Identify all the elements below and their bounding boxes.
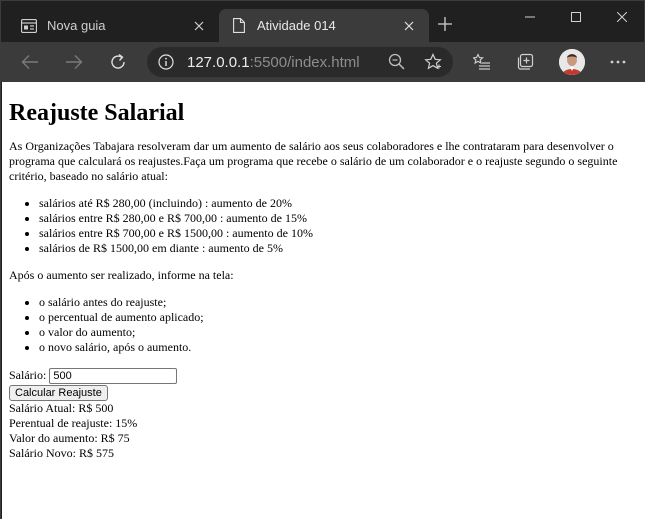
criteria-list: salários até R$ 280,00 (incluindo) : aum… xyxy=(9,196,638,256)
new-tab-page-icon xyxy=(21,18,37,34)
outputs-list: o salário antes do reajuste; o percentua… xyxy=(9,295,638,355)
list-item: o salário antes do reajuste; xyxy=(39,295,638,310)
favorite-star-icon[interactable] xyxy=(417,46,449,78)
button-row: Calcular Reajuste xyxy=(9,384,638,402)
more-options-icon[interactable] xyxy=(602,46,634,78)
list-item: o percentual de aumento aplicado; xyxy=(39,310,638,325)
result-block: Salário Atual: R$ 500 Perentual de reaju… xyxy=(9,401,638,461)
salary-input[interactable] xyxy=(49,368,178,385)
browser-toolbar: 127.0.0.1:5500/index.html xyxy=(1,42,644,82)
close-window-button[interactable] xyxy=(599,1,644,33)
refresh-button[interactable] xyxy=(102,46,134,78)
list-item: salários até R$ 280,00 (incluindo) : aum… xyxy=(39,196,638,211)
result-percentage: Perentual de reajuste: 15% xyxy=(9,416,138,431)
list-item: salários entre R$ 700,00 e R$ 1500,00 : … xyxy=(39,226,638,241)
close-icon[interactable] xyxy=(187,14,211,38)
list-item: salários entre R$ 280,00 e R$ 700,00 : a… xyxy=(39,211,638,226)
result-current-salary: Salário Atual: R$ 500 xyxy=(9,401,114,416)
collections-icon[interactable] xyxy=(509,46,541,78)
page-title: Reajuste Salarial xyxy=(9,100,185,126)
salary-label: Salário: xyxy=(9,368,47,382)
list-item: o novo salário, após o aumento. xyxy=(39,340,638,355)
tab-label: Nova guia xyxy=(47,18,106,33)
favorites-list-icon[interactable] xyxy=(466,46,498,78)
url-text: 127.0.0.1:5500/index.html xyxy=(187,54,360,71)
result-raise-amount: Valor do aumento: R$ 75 xyxy=(9,431,130,446)
tab-atividade-014[interactable]: Atividade 014 xyxy=(219,9,429,42)
maximize-button[interactable] xyxy=(553,1,598,33)
tab-nova-guia[interactable]: Nova guia xyxy=(9,9,219,42)
new-tab-button[interactable] xyxy=(433,13,457,37)
zoom-icon[interactable] xyxy=(381,46,413,78)
list-item: salários de R$ 1500,00 em diante : aumen… xyxy=(39,241,638,256)
document-icon xyxy=(231,18,247,34)
intro-paragraph: As Organizações Tabajara resolveram dar … xyxy=(9,139,618,183)
minimize-button[interactable] xyxy=(507,1,552,33)
page-content: Reajuste Salarial As Organizações Tabaja… xyxy=(2,82,645,519)
forward-button[interactable] xyxy=(58,46,90,78)
result-new-salary: Salário Novo: R$ 575 xyxy=(9,446,114,461)
info-icon[interactable] xyxy=(151,47,181,77)
url-host: 127.0.0.1 xyxy=(187,53,250,71)
profile-avatar[interactable] xyxy=(559,49,585,75)
tab-label: Atividade 014 xyxy=(257,18,336,33)
after-paragraph: Após o aumento ser realizado, informe na… xyxy=(9,268,234,282)
list-item: o valor do aumento; xyxy=(39,325,638,340)
salary-form: Salário: xyxy=(9,367,638,385)
back-button[interactable] xyxy=(14,46,46,78)
calculate-button[interactable]: Calcular Reajuste xyxy=(9,385,108,402)
close-icon[interactable] xyxy=(397,14,421,38)
tab-strip: Nova guia Atividade 014 xyxy=(1,1,644,42)
url-path: :5500/index.html xyxy=(249,53,360,71)
browser-window: Nova guia Atividade 014 127.0.0.1:5500/i… xyxy=(0,0,645,519)
